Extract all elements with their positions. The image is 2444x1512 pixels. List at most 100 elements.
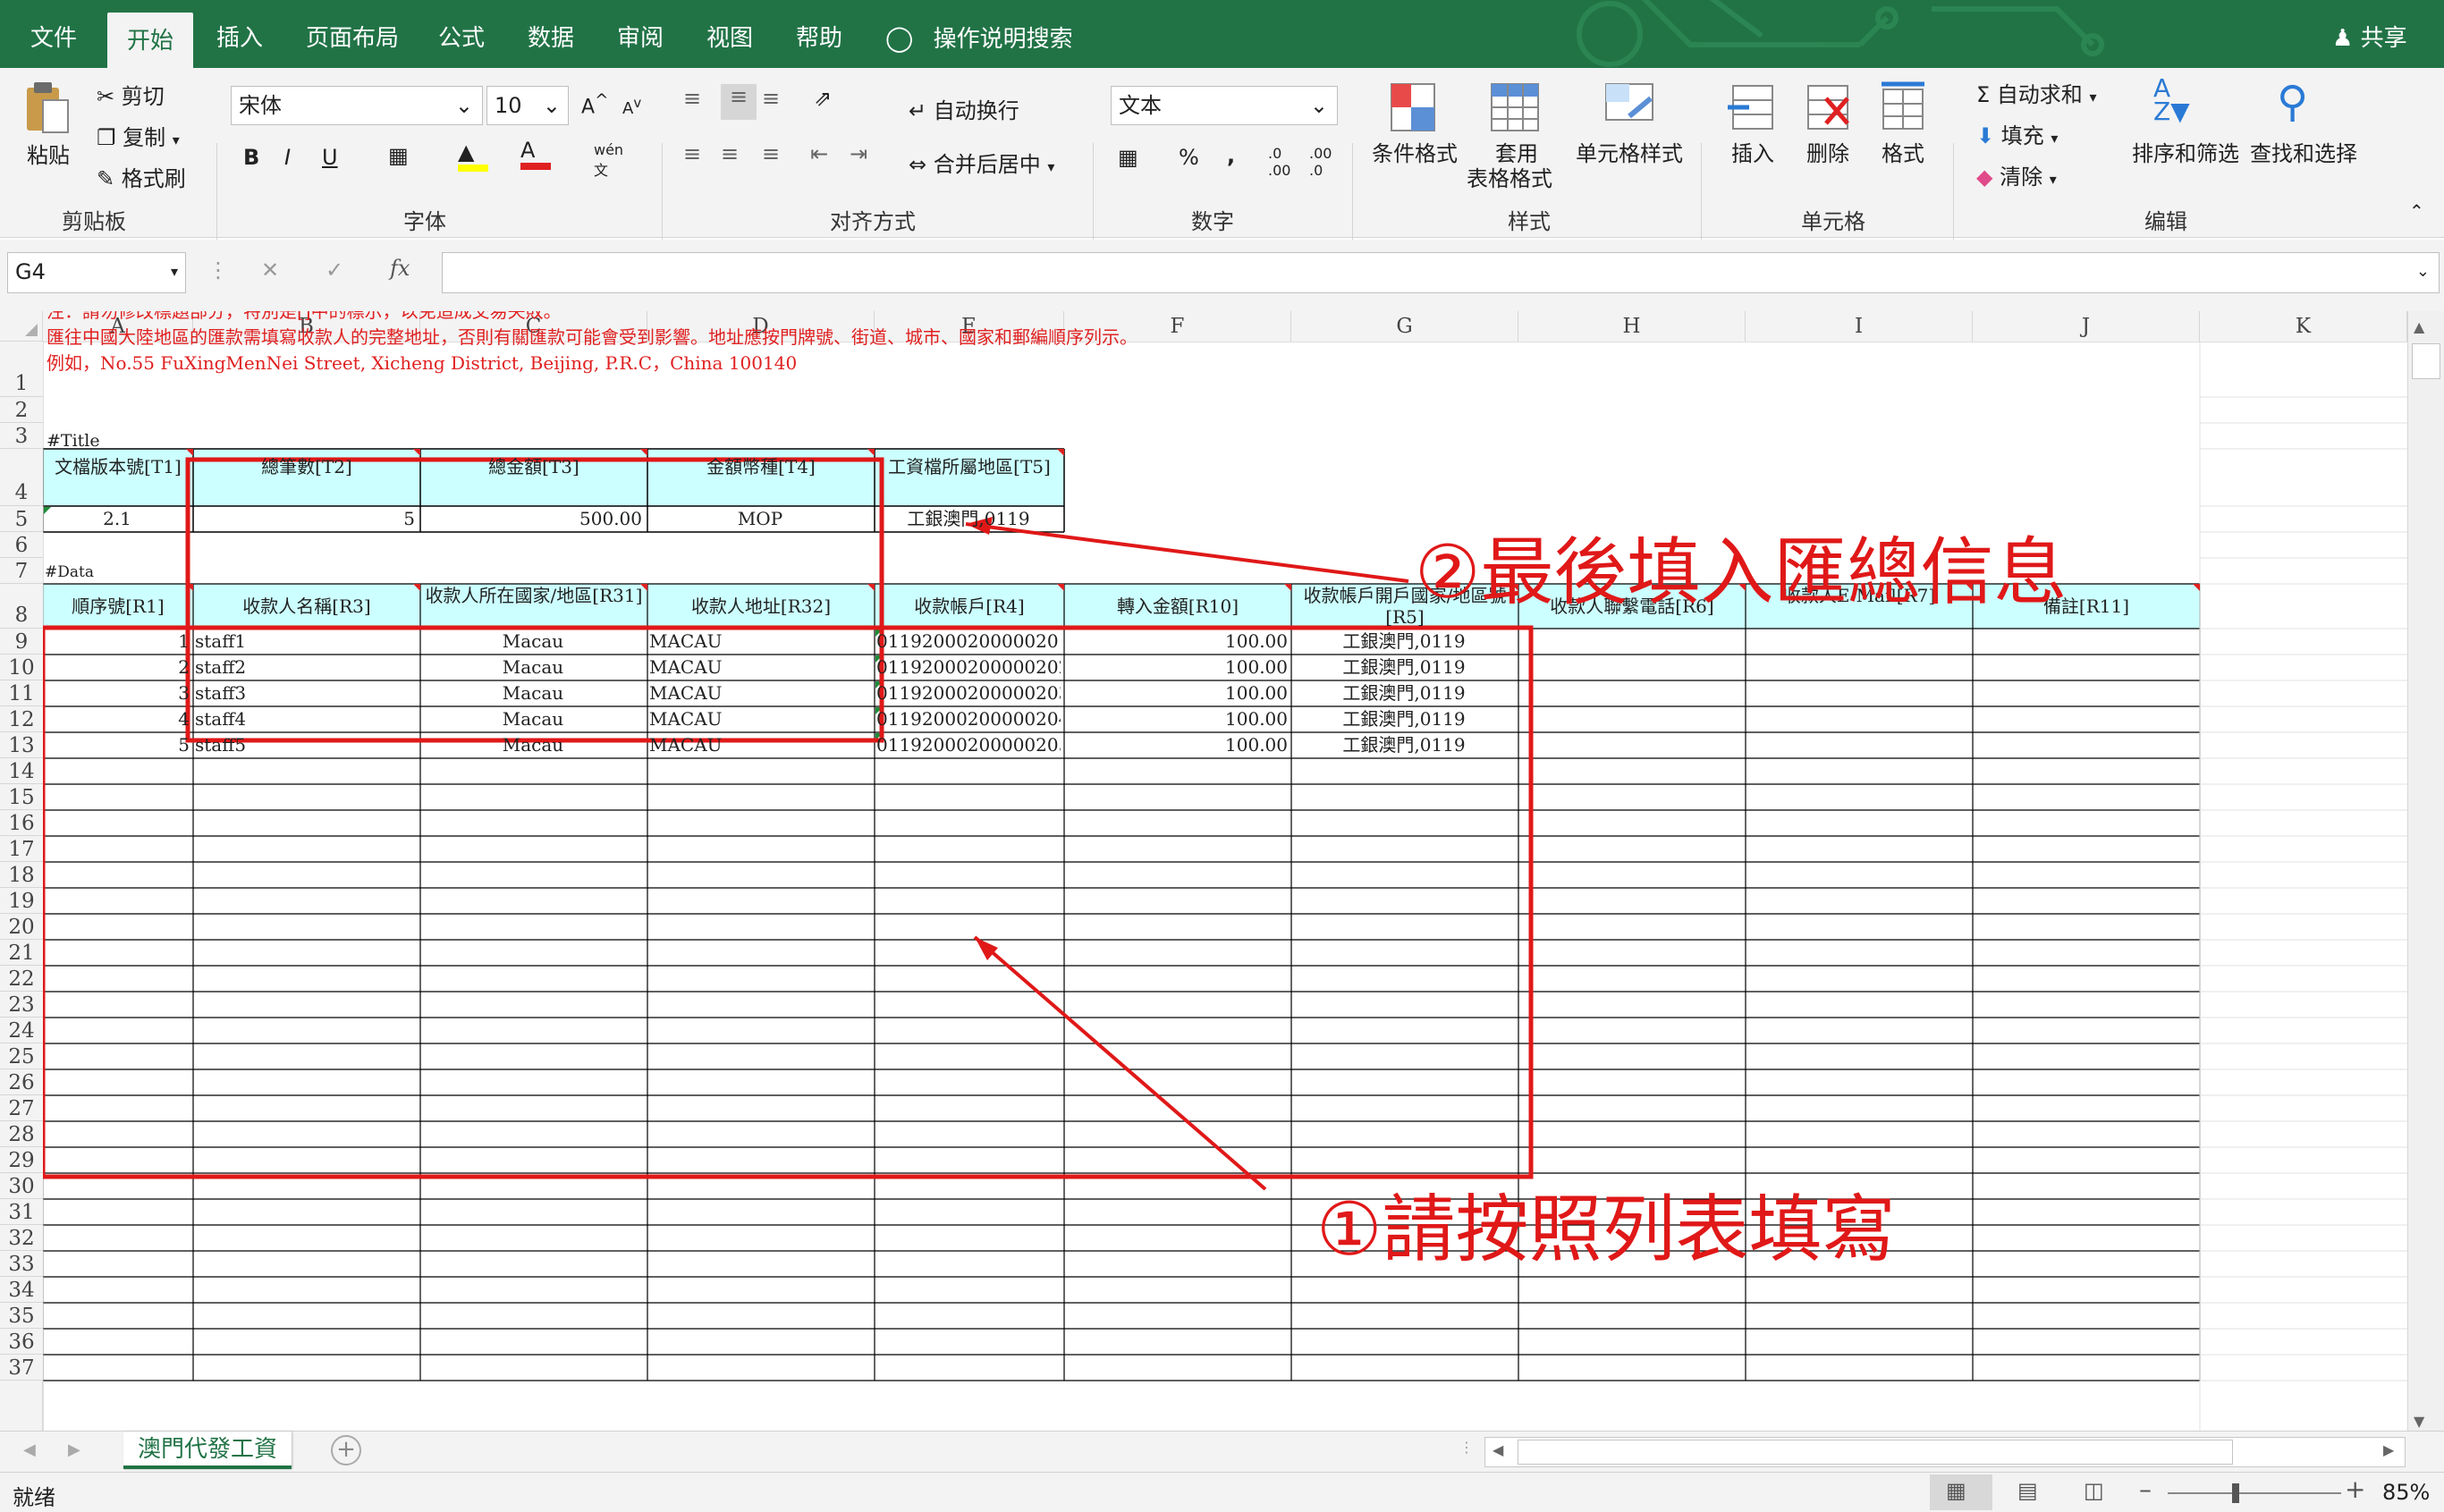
- zoom-out-button[interactable]: –: [2139, 1474, 2152, 1504]
- font-name-select[interactable]: 宋体 ⌄: [231, 86, 483, 125]
- insert-cells-button[interactable]: [1726, 80, 1780, 139]
- data-cell[interactable]: 4: [45, 706, 190, 732]
- data-cell[interactable]: 工銀澳門,0119: [1293, 706, 1515, 732]
- font-color-icon[interactable]: A: [520, 138, 551, 170]
- format-painter-button[interactable]: ✎ 格式刷: [97, 161, 186, 192]
- data-cell[interactable]: Macau: [422, 732, 644, 758]
- zoom-level[interactable]: 85%: [2382, 1480, 2430, 1505]
- title-header-cell[interactable]: 工資檔所屬地區[T5]: [875, 451, 1064, 504]
- data-cell[interactable]: MACAU: [649, 680, 871, 706]
- percent-icon[interactable]: %: [1179, 145, 1199, 170]
- row-header[interactable]: 2: [0, 397, 43, 423]
- tab-file[interactable]: 文件: [30, 0, 77, 68]
- fill-button[interactable]: ⬇ 填充 ▾: [1976, 118, 2058, 149]
- tab-page-layout[interactable]: 页面布局: [306, 0, 399, 68]
- scroll-left-icon[interactable]: ◀: [1493, 1441, 1503, 1458]
- row-header[interactable]: 6: [0, 532, 43, 558]
- title-header-cell[interactable]: 總筆數[T2]: [193, 451, 420, 504]
- tab-help[interactable]: 帮助: [796, 0, 842, 68]
- horizontal-scroll-thumb[interactable]: [1518, 1440, 2233, 1465]
- row-header[interactable]: 26: [0, 1069, 43, 1095]
- align-bottom-icon[interactable]: ≡: [762, 86, 780, 111]
- formula-input[interactable]: ⌄: [442, 252, 2440, 293]
- cell-styles-button[interactable]: [1603, 80, 1660, 139]
- row-header[interactable]: 20: [0, 914, 43, 940]
- row-header[interactable]: 4: [0, 449, 43, 506]
- paste-button[interactable]: [21, 80, 72, 143]
- row-header[interactable]: 24: [0, 1018, 43, 1043]
- data-cell[interactable]: staff3: [195, 680, 417, 706]
- row-header[interactable]: 13: [0, 732, 43, 758]
- data-cell[interactable]: staff2: [195, 655, 417, 680]
- scroll-down-icon[interactable]: ▼: [2414, 1413, 2424, 1430]
- row-header[interactable]: 32: [0, 1225, 43, 1251]
- sort-filter-label[interactable]: 排序和筛选: [2132, 136, 2239, 167]
- row-header[interactable]: 12: [0, 706, 43, 732]
- sort-filter-icon[interactable]: A Z▼: [2153, 76, 2190, 124]
- data-cell[interactable]: 100.00: [1066, 629, 1288, 655]
- row-header[interactable]: 10: [0, 655, 43, 680]
- row-header[interactable]: 21: [0, 940, 43, 966]
- data-header-cell[interactable]: 順序號[R1]: [43, 585, 193, 628]
- cut-button[interactable]: ✂ 剪切: [97, 79, 165, 110]
- font-size-select[interactable]: 10 ⌄: [486, 86, 569, 125]
- title-header-cell[interactable]: 金額幣種[T4]: [647, 451, 875, 504]
- row-header[interactable]: 15: [0, 784, 43, 810]
- align-middle-icon[interactable]: ≡: [721, 84, 757, 120]
- tab-view[interactable]: 视图: [706, 0, 753, 68]
- title-value-cell[interactable]: 500.00: [424, 506, 642, 532]
- scroll-right-icon[interactable]: ▶: [68, 1440, 80, 1459]
- data-cell[interactable]: 1: [45, 629, 190, 655]
- column-header-h[interactable]: H: [1518, 311, 1746, 342]
- align-center-icon[interactable]: ≡: [721, 141, 739, 166]
- copy-button[interactable]: ❐ 复制 ▾: [97, 120, 180, 151]
- data-cell[interactable]: 工銀澳門,0119: [1293, 655, 1515, 680]
- enter-icon[interactable]: ✓: [326, 258, 343, 283]
- increase-indent-icon[interactable]: ⇥: [850, 141, 867, 166]
- decrease-decimal-icon[interactable]: .00.0: [1309, 145, 1332, 179]
- number-format-select[interactable]: 文本 ⌄: [1111, 86, 1338, 125]
- title-value-cell[interactable]: 工銀澳門,0119: [878, 506, 1059, 532]
- title-value-cell[interactable]: 5: [197, 506, 415, 532]
- data-cell[interactable]: 100.00: [1066, 680, 1288, 706]
- row-header[interactable]: 14: [0, 758, 43, 784]
- data-cell[interactable]: MACAU: [649, 706, 871, 732]
- tell-me-search[interactable]: ◯ 操作说明搜索: [885, 0, 1073, 68]
- data-cell[interactable]: 01192000200000201: [876, 629, 1061, 655]
- row-header[interactable]: 34: [0, 1277, 43, 1303]
- vertical-scroll-thumb[interactable]: [2412, 343, 2440, 379]
- data-header-cell[interactable]: 轉入金額[R10]: [1064, 585, 1291, 628]
- zoom-slider-thumb[interactable]: [2232, 1483, 2239, 1503]
- row-header[interactable]: 29: [0, 1147, 43, 1173]
- row-header[interactable]: 35: [0, 1303, 43, 1329]
- title-header-cell[interactable]: 文檔版本號[T1]: [43, 451, 193, 504]
- underline-button[interactable]: U: [322, 145, 338, 170]
- row-header[interactable]: 27: [0, 1095, 43, 1121]
- data-cell[interactable]: MACAU: [649, 629, 871, 655]
- tab-insert[interactable]: 插入: [216, 0, 263, 68]
- column-header-j[interactable]: J: [1973, 311, 2200, 342]
- add-sheet-icon[interactable]: +: [331, 1435, 361, 1466]
- data-cell[interactable]: 01192000200000204: [876, 706, 1061, 732]
- align-left-icon[interactable]: ≡: [683, 141, 701, 166]
- column-header-i[interactable]: I: [1746, 311, 1973, 342]
- row-header[interactable]: 30: [0, 1173, 43, 1199]
- fill-color-icon[interactable]: ▲: [458, 139, 488, 172]
- decrease-indent-icon[interactable]: ⇤: [810, 141, 828, 166]
- data-cell[interactable]: 100.00: [1066, 655, 1288, 680]
- tab-home[interactable]: 开始: [107, 13, 193, 68]
- autosum-button[interactable]: Σ 自动求和 ▾: [1976, 77, 2096, 108]
- collapse-ribbon-icon[interactable]: ⌃: [2409, 200, 2424, 222]
- row-header[interactable]: 9: [0, 629, 43, 655]
- find-select-label[interactable]: 查找和选择: [2250, 136, 2357, 167]
- row-header[interactable]: 37: [0, 1355, 43, 1381]
- row-header[interactable]: 25: [0, 1043, 43, 1069]
- worksheet-grid[interactable]: ▲ ▼ A B C D E F G H I J K 1 2 3 4 5 6 7 8 9 10 11 12 13 14 15 16 17…: [0, 311, 2444, 1440]
- column-header-k[interactable]: K: [2200, 311, 2407, 342]
- insert-function-button[interactable]: fx: [390, 256, 410, 281]
- scroll-up-icon[interactable]: ▲: [2414, 318, 2424, 335]
- orientation-icon[interactable]: ⇗: [814, 86, 832, 111]
- delete-cells-button[interactable]: [1801, 80, 1855, 139]
- border-icon[interactable]: ▦: [388, 143, 409, 168]
- data-cell[interactable]: 01192000200000205: [876, 732, 1061, 758]
